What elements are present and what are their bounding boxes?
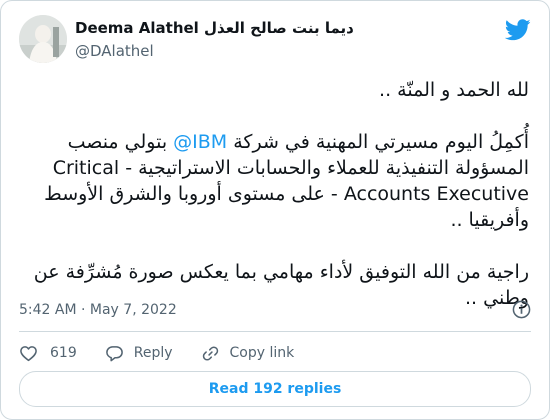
- tweet-line: المسؤولة التنفيذية للعملاء والحسابات الا…: [52, 157, 529, 179]
- heart-icon: [20, 345, 37, 361]
- tweet-line: أُكمِلُ اليوم مسيرتي المهنية في شركة @IB…: [19, 129, 529, 155]
- divider: [19, 331, 531, 332]
- tweet-text: لله الحمد و المنّة .. أُكمِلُ اليوم مسير…: [19, 77, 529, 311]
- like-count: 619: [50, 345, 77, 361]
- tweet-line: Accounts Executive - على مستوى أوروبا وا…: [44, 183, 529, 205]
- read-replies-button[interactable]: Read 192 replies: [19, 371, 531, 407]
- like-button[interactable]: 619: [19, 344, 77, 363]
- tweet-card: Deema Alathel ديما بنت صالح العذل @DAlat…: [0, 0, 550, 420]
- tweet-line: راجية من الله التوفيق لأداء مهامي بما يع…: [33, 261, 529, 283]
- copy-link-button[interactable]: Copy link: [201, 344, 295, 363]
- tweet-text-segment: أُكمِلُ اليوم مسيرتي المهنية في شركة: [227, 131, 529, 153]
- tweet-line: لله الحمد و المنّة ..: [379, 79, 529, 101]
- tweet-timestamp[interactable]: 5:42 AM · May 7, 2022: [19, 302, 177, 318]
- reply-icon: [105, 345, 123, 361]
- reply-label: Reply: [133, 345, 173, 361]
- twitter-bird-icon[interactable]: [505, 19, 531, 41]
- copy-link-label: Copy link: [229, 345, 295, 361]
- mention-link[interactable]: @IBM: [173, 131, 227, 153]
- user-handle[interactable]: @DAlathel: [75, 42, 154, 60]
- reply-button[interactable]: Reply: [105, 344, 173, 363]
- tweet-line: وأفريقيا ..: [450, 209, 529, 231]
- avatar[interactable]: [19, 15, 67, 63]
- tweet-text-segment: بتولي منصب: [67, 131, 174, 153]
- link-icon: [202, 345, 218, 361]
- display-name[interactable]: Deema Alathel ديما بنت صالح العذل: [75, 19, 354, 37]
- info-icon[interactable]: [512, 300, 531, 319]
- avatar-image: [19, 15, 67, 63]
- action-bar: 619 Reply Copy link: [19, 342, 322, 364]
